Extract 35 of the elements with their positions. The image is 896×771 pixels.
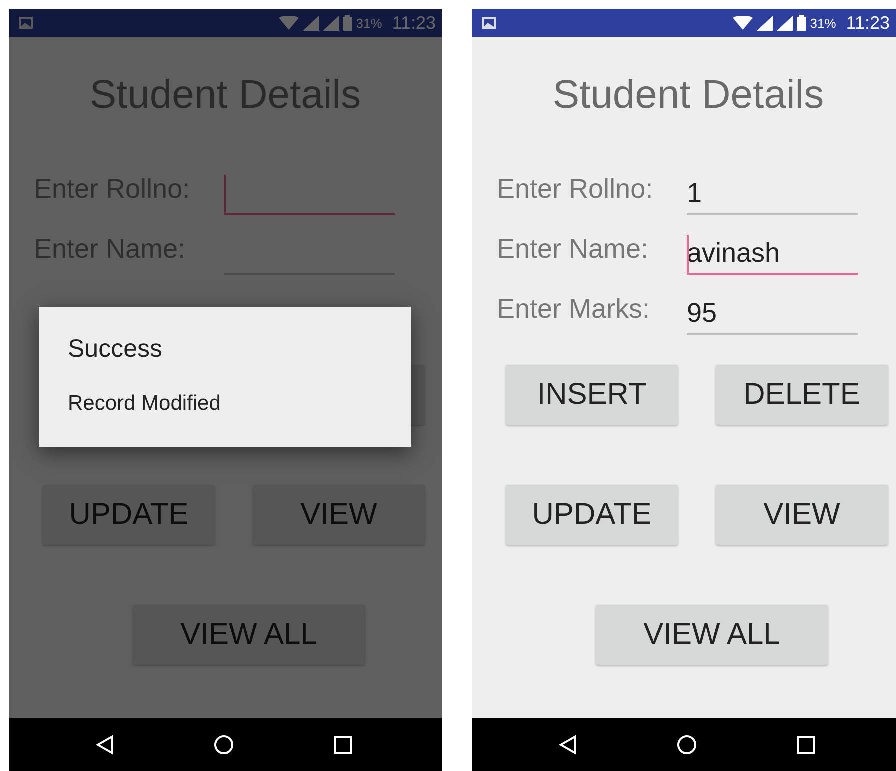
signal-icon <box>303 16 320 30</box>
input-field[interactable]: avinash <box>687 233 858 275</box>
recents-icon[interactable] <box>797 736 815 754</box>
clock-time: 11:23 <box>846 12 890 34</box>
back-icon[interactable] <box>96 734 114 754</box>
wifi-icon <box>279 16 300 30</box>
action-button[interactable]: VIEW <box>716 485 888 545</box>
field-label: Enter Marks: <box>497 294 652 324</box>
input-field[interactable]: 1 <box>687 173 858 215</box>
home-icon[interactable] <box>677 734 697 754</box>
dialog-message: Record Modified <box>68 392 222 416</box>
home-icon[interactable] <box>214 734 234 754</box>
image-notification-icon <box>19 17 33 29</box>
battery-icon <box>343 15 352 31</box>
signal-icon <box>757 16 774 30</box>
action-button[interactable]: VIEW ALL <box>596 605 828 665</box>
battery-percent: 31% <box>356 16 382 30</box>
signal-icon <box>777 16 794 30</box>
action-button[interactable]: DELETE <box>716 365 888 425</box>
action-button[interactable]: INSERT <box>506 365 678 425</box>
input-field[interactable]: 95 <box>687 293 858 335</box>
dialog-title: Success <box>68 335 164 364</box>
clock-time: 11:23 <box>392 12 436 34</box>
field-label: Enter Name: <box>497 234 650 264</box>
battery-icon <box>797 15 806 31</box>
action-button[interactable]: UPDATE <box>506 485 678 545</box>
input-field[interactable] <box>224 173 395 215</box>
image-notification-icon <box>482 17 496 29</box>
recents-icon[interactable] <box>334 736 352 754</box>
back-icon[interactable] <box>559 734 577 754</box>
battery-percent: 31% <box>810 16 836 30</box>
screen-title: Student Details <box>552 72 826 119</box>
signal-icon <box>323 16 340 30</box>
wifi-icon <box>733 16 754 30</box>
field-label: Enter Rollno: <box>497 174 654 204</box>
